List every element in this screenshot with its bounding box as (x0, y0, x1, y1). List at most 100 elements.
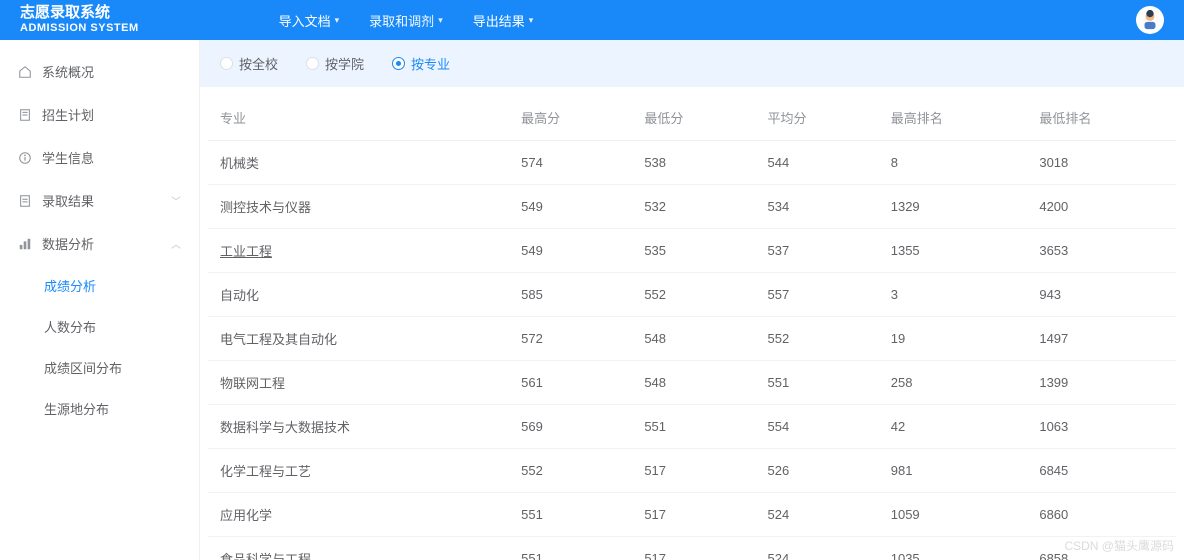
table-cell: 工业工程 (208, 229, 509, 273)
table-cell: 8 (879, 141, 1028, 185)
table-header-cell: 平均分 (756, 95, 879, 141)
table-cell: 551 (632, 405, 755, 449)
top-menu-item-1[interactable]: 录取和调剂 ▾ (369, 11, 443, 30)
sidebar-item-label: 录取结果 (42, 191, 94, 210)
top-menu-label: 录取和调剂 (369, 11, 434, 30)
table-cell: 42 (879, 405, 1028, 449)
chevron-up-icon: ︿ (171, 236, 181, 251)
top-menu-label: 导入文档 (279, 11, 331, 30)
table-cell: 572 (509, 317, 632, 361)
table-cell: 981 (879, 449, 1028, 493)
top-menu-label: 导出结果 (473, 11, 525, 30)
table-cell: 548 (632, 317, 755, 361)
filter-radio-2[interactable]: 按专业 (392, 54, 450, 73)
sidebar-subitem-4-1[interactable]: 人数分布 (0, 306, 199, 347)
avatar[interactable] (1136, 6, 1164, 34)
radio-icon (306, 57, 319, 70)
table-row[interactable]: 数据科学与大数据技术569551554421063 (208, 405, 1176, 449)
table-cell: 551 (756, 361, 879, 405)
radio-label: 按全校 (239, 54, 278, 73)
table-cell: 化学工程与工艺 (208, 449, 509, 493)
table-row[interactable]: 机械类57453854483018 (208, 141, 1176, 185)
sidebar-item-label: 数据分析 (42, 234, 94, 253)
sidebar-item-2[interactable]: 学生信息 (0, 136, 199, 179)
table-cell: 3653 (1027, 229, 1176, 273)
table-cell: 943 (1027, 273, 1176, 317)
table-cell: 524 (756, 537, 879, 560)
radio-icon (220, 57, 233, 70)
table-cell: 258 (879, 361, 1028, 405)
table-cell: 537 (756, 229, 879, 273)
table-row[interactable]: 化学工程与工艺5525175269816845 (208, 449, 1176, 493)
table-cell: 电气工程及其自动化 (208, 317, 509, 361)
filter-radio-0[interactable]: 按全校 (220, 54, 278, 73)
chart-icon (18, 237, 32, 251)
logo: 志愿录取系统 ADMISSION SYSTEM (20, 4, 139, 35)
table-cell: 食品科学与工程 (208, 537, 509, 560)
table-cell: 517 (632, 537, 755, 560)
table-cell: 19 (879, 317, 1028, 361)
chevron-down-icon: ▾ (438, 15, 443, 26)
radio-label: 按学院 (325, 54, 364, 73)
table-cell: 552 (632, 273, 755, 317)
main-content: 按全校 按学院 按专业 专业最高分最低分平均分最高排名最低排名 机械类5745385… (200, 40, 1184, 560)
sidebar: 系统概况招生计划学生信息录取结果﹀ 数据分析 ︿ 成绩分析人数分布成绩区间分布生源地分… (0, 40, 200, 560)
table-cell: 552 (509, 449, 632, 493)
table-row[interactable]: 测控技术与仪器54953253413294200 (208, 185, 1176, 229)
table-cell: 548 (632, 361, 755, 405)
table-cell: 1059 (879, 493, 1028, 537)
table-cell: 物联网工程 (208, 361, 509, 405)
table-row[interactable]: 自动化5855525573943 (208, 273, 1176, 317)
table-row[interactable]: 电气工程及其自动化572548552191497 (208, 317, 1176, 361)
table-cell: 机械类 (208, 141, 509, 185)
filter-radio-1[interactable]: 按学院 (306, 54, 364, 73)
table-header-cell: 最高分 (509, 95, 632, 141)
table-row[interactable]: 应用化学55151752410596860 (208, 493, 1176, 537)
table-header-row: 专业最高分最低分平均分最高排名最低排名 (208, 95, 1176, 141)
sidebar-item-3[interactable]: 录取结果﹀ (0, 179, 199, 222)
list-icon (18, 194, 32, 208)
sidebar-subitem-4-3[interactable]: 生源地分布 (0, 388, 199, 429)
sidebar-item-4[interactable]: 数据分析 ︿ (0, 222, 199, 265)
sidebar-item-label: 学生信息 (42, 148, 94, 167)
table-cell: 4200 (1027, 185, 1176, 229)
top-menu-item-0[interactable]: 导入文档▾ (279, 11, 340, 30)
info-icon (18, 151, 32, 165)
table-cell: 554 (756, 405, 879, 449)
table-cell: 569 (509, 405, 632, 449)
sidebar-item-0[interactable]: 系统概况 (0, 50, 199, 93)
sidebar-subitem-4-2[interactable]: 成绩区间分布 (0, 347, 199, 388)
table-cell: 1355 (879, 229, 1028, 273)
table-cell: 6860 (1027, 493, 1176, 537)
sidebar-item-label: 系统概况 (42, 62, 94, 81)
table-row[interactable]: 工业工程54953553713553653 (208, 229, 1176, 273)
doc-icon (18, 108, 32, 122)
top-menu: 导入文档▾ 录取和调剂 ▾ 导出结果 ▾ (279, 11, 1136, 30)
table-cell: 524 (756, 493, 879, 537)
table-cell: 517 (632, 449, 755, 493)
table-cell: 517 (632, 493, 755, 537)
table-cell: 1063 (1027, 405, 1176, 449)
table-cell: 6845 (1027, 449, 1176, 493)
table-cell: 1497 (1027, 317, 1176, 361)
table-row[interactable]: 物联网工程5615485512581399 (208, 361, 1176, 405)
table-cell: 应用化学 (208, 493, 509, 537)
table-cell: 538 (632, 141, 755, 185)
table-row[interactable]: 食品科学与工程55151752410356858 (208, 537, 1176, 560)
sidebar-subitem-4-0[interactable]: 成绩分析 (0, 265, 199, 306)
app-title: 志愿录取系统 (20, 4, 139, 22)
table-cell: 552 (756, 317, 879, 361)
radio-label: 按专业 (411, 54, 450, 73)
table-cell: 535 (632, 229, 755, 273)
table-cell: 551 (509, 537, 632, 560)
table-cell: 549 (509, 229, 632, 273)
table-cell: 1329 (879, 185, 1028, 229)
table-cell: 数据科学与大数据技术 (208, 405, 509, 449)
table-cell: 549 (509, 185, 632, 229)
top-menu-item-2[interactable]: 导出结果 ▾ (473, 11, 534, 30)
sidebar-item-1[interactable]: 招生计划 (0, 93, 199, 136)
table-cell: 561 (509, 361, 632, 405)
table-cell: 自动化 (208, 273, 509, 317)
table-cell: 532 (632, 185, 755, 229)
chevron-down-icon: ▾ (529, 15, 534, 26)
